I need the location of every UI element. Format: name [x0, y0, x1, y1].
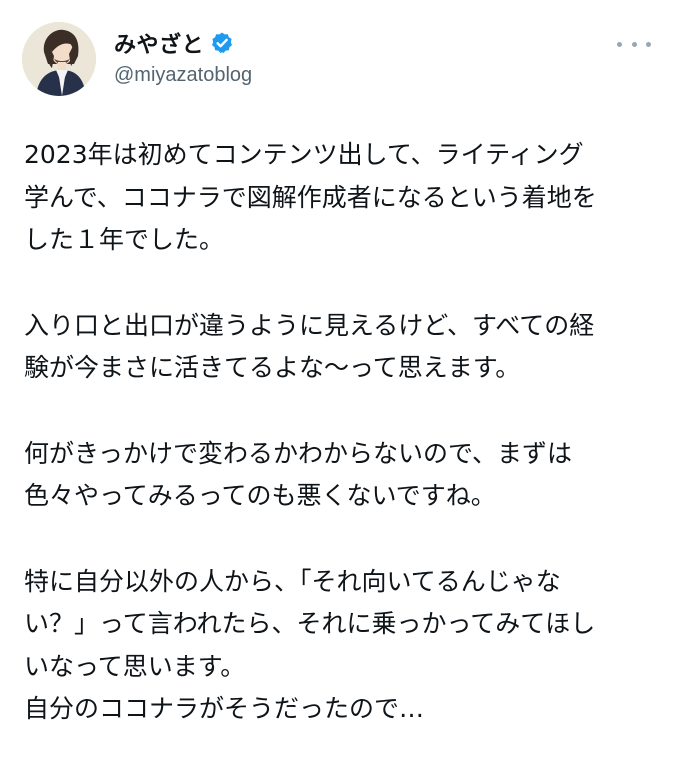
tweet-paragraph: 2023年は初めてコンテンツ出して、ライティング 学んで、ココナラで図解作成者に… [24, 134, 654, 262]
tweet-card: みやざと @miyazatoblog 2023年は初めてコンテンツ出して、ライテ… [0, 0, 675, 761]
display-name[interactable]: みやざと [114, 27, 204, 59]
tweet-header: みやざと @miyazatoblog [20, 20, 655, 100]
more-options-button[interactable] [617, 34, 651, 54]
tweet-line: した１年でした。 [24, 225, 225, 254]
tweet-line: 入り口と出口が違うように見えるけど、すべての経 [24, 310, 595, 340]
more-horizontal-icon [617, 41, 622, 47]
tweet-line: 何がきっかけで変わるかわからないので、まずは [24, 438, 573, 468]
display-name-row[interactable]: みやざと [114, 28, 252, 58]
tweet-line: 自分のココナラがそうだったので… [24, 694, 425, 723]
avatar[interactable] [22, 22, 96, 96]
tweet-line: いなって思います。 [24, 651, 246, 681]
more-horizontal-icon [631, 41, 637, 47]
tweet-paragraph: 入り口と出口が違うように見えるけど、すべての経 験が今まさに活きてるよな〜って思… [24, 305, 654, 390]
author-handle[interactable]: @miyazatoblog [114, 64, 252, 87]
tweet-line: 2023年は初めてコンテンツ出して、ライティング [24, 140, 584, 169]
tweet-line: い？」って言われたら、それに乗っかってみてほし [24, 609, 596, 638]
tweet-line: 色々やってみるってのも悪くないですね。 [24, 481, 496, 510]
tweet-line: 験が今まさに活きてるよな〜って思えます。 [24, 353, 521, 382]
more-horizontal-icon [646, 41, 651, 47]
verified-badge-icon [210, 31, 234, 55]
tweet-paragraph: 特に自分以外の人から、「それ向いてるんじゃな い？」って言われたら、それに乗っか… [24, 561, 654, 731]
tweet-paragraph: 何がきっかけで変わるかわからないので、まずは 色々やってみるってのも悪くないです… [24, 433, 654, 518]
tweet-line: 学んで、ココナラで図解作成者になるという着地を [24, 182, 597, 212]
tweet-line: 特に自分以外の人から、「それ向いてるんじゃな [24, 566, 561, 596]
author-info: みやざと @miyazatoblog [114, 28, 252, 87]
avatar-illustration [22, 22, 96, 96]
tweet-text: 2023年は初めてコンテンツ出して、ライティング 学んで、ココナラで図解作成者に… [24, 134, 654, 731]
